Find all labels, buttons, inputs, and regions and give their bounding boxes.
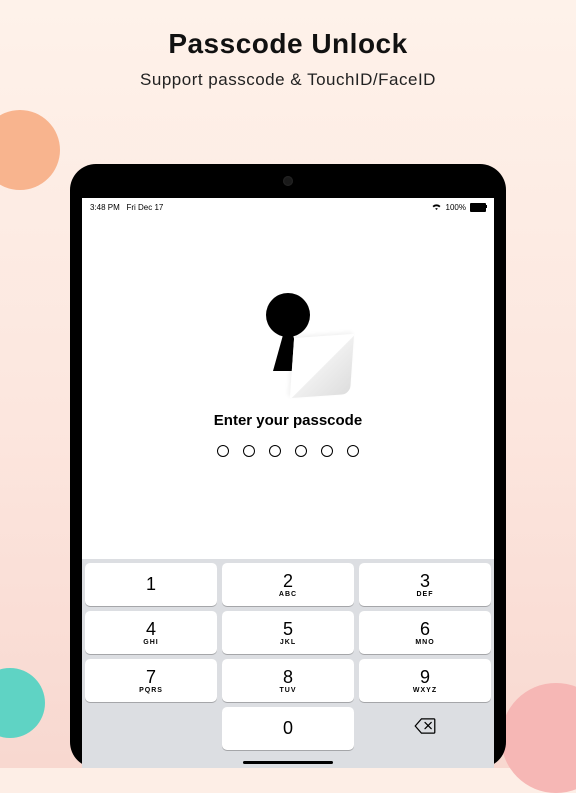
tablet-frame: 3:48 PM Fri Dec 17 100%: [70, 164, 506, 768]
key-0[interactable]: 0: [222, 707, 354, 750]
status-bar: 3:48 PM Fri Dec 17 100%: [82, 198, 494, 216]
key-num: 9: [420, 668, 430, 686]
backspace-icon: [414, 718, 436, 739]
key-letters: PQRS: [139, 687, 163, 694]
key-4[interactable]: 4 GHI: [85, 611, 217, 654]
key-num: 1: [146, 575, 156, 593]
numeric-keypad: 1 2 ABC 3 DEF 4 GHI 5 JKL 6 MNO: [82, 559, 494, 768]
status-right: 100%: [431, 202, 486, 212]
key-letters: MNO: [415, 639, 434, 646]
page-subtitle: Support passcode & TouchID/FaceID: [0, 70, 576, 90]
passcode-dot: [269, 445, 281, 457]
passcode-dot: [217, 445, 229, 457]
wifi-icon: [431, 202, 442, 212]
passcode-dot: [243, 445, 255, 457]
key-letters: TUV: [280, 687, 297, 694]
key-num: 4: [146, 620, 156, 638]
key-blank: [85, 707, 217, 750]
key-8[interactable]: 8 TUV: [222, 659, 354, 702]
key-backspace[interactable]: [359, 707, 491, 750]
key-5[interactable]: 5 JKL: [222, 611, 354, 654]
key-num: 8: [283, 668, 293, 686]
key-9[interactable]: 9 WXYZ: [359, 659, 491, 702]
key-num: 0: [283, 719, 293, 737]
status-time: 3:48 PM: [90, 203, 120, 212]
key-letters: ABC: [279, 591, 297, 598]
page-curl-icon: [290, 334, 354, 398]
passcode-dot: [321, 445, 333, 457]
status-left: 3:48 PM Fri Dec 17: [90, 203, 163, 212]
key-num: 2: [283, 572, 293, 590]
tablet-screen: 3:48 PM Fri Dec 17 100%: [82, 198, 494, 768]
lock-illustration: [228, 272, 348, 392]
battery-icon: [470, 203, 486, 212]
key-3[interactable]: 3 DEF: [359, 563, 491, 606]
home-indicator[interactable]: [243, 761, 333, 764]
key-num: 3: [420, 572, 430, 590]
battery-percent: 100%: [446, 203, 466, 212]
passcode-dot: [347, 445, 359, 457]
passcode-dots: [82, 445, 494, 457]
key-letters: GHI: [143, 639, 158, 646]
key-letters: JKL: [280, 639, 296, 646]
key-2[interactable]: 2 ABC: [222, 563, 354, 606]
key-7[interactable]: 7 PQRS: [85, 659, 217, 702]
passcode-prompt: Enter your passcode: [82, 412, 494, 429]
key-letters: WXYZ: [413, 687, 437, 694]
key-1[interactable]: 1: [85, 563, 217, 606]
key-6[interactable]: 6 MNO: [359, 611, 491, 654]
page-title: Passcode Unlock: [0, 28, 576, 60]
key-letters: DEF: [417, 591, 434, 598]
key-num: 5: [283, 620, 293, 638]
key-num: 7: [146, 668, 156, 686]
camera-dot: [283, 176, 293, 186]
key-num: 6: [420, 620, 430, 638]
passcode-dot: [295, 445, 307, 457]
status-date: Fri Dec 17: [126, 203, 163, 212]
